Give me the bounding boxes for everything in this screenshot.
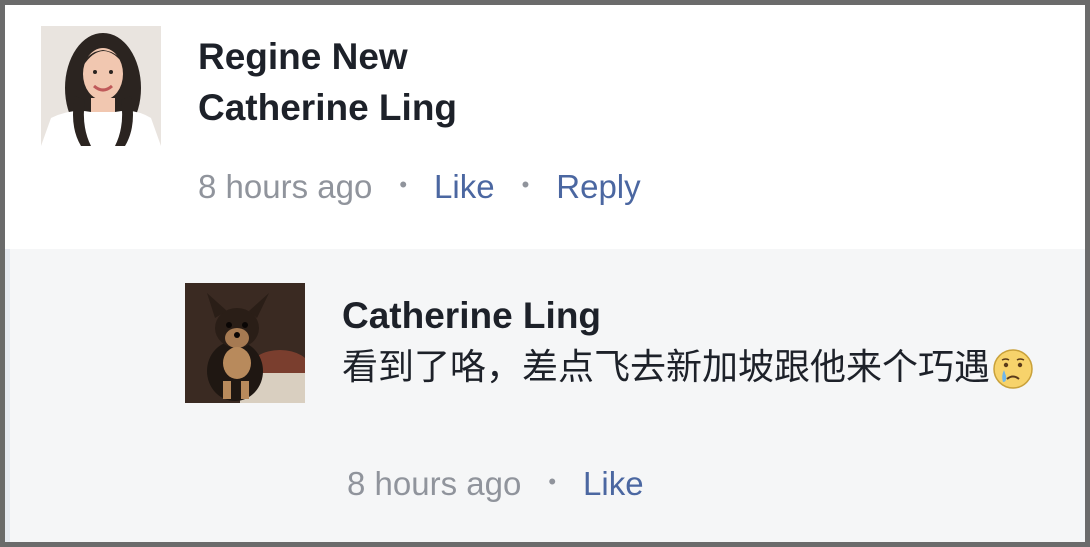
avatar[interactable] (185, 283, 305, 403)
reply-author-name[interactable]: Catherine Ling (342, 291, 601, 341)
reply-meta: 8 hours ago • Like (347, 464, 644, 506)
separator-dot: • (521, 172, 530, 198)
timestamp[interactable]: 8 hours ago (198, 168, 372, 205)
separator-dot: • (399, 172, 408, 198)
woman-portrait-image (41, 26, 161, 146)
like-button[interactable]: Like (583, 465, 644, 502)
reply-button[interactable]: Reply (556, 168, 640, 205)
comment-thread: Regine New Catherine Ling 8 hours ago • Li… (0, 0, 1090, 547)
reply-comment: Catherine Ling 看到了咯，差点飞去新加坡跟他来个巧遇 8 hour… (5, 249, 1085, 542)
crying-face-emoji-icon (993, 349, 1033, 389)
like-button[interactable]: Like (434, 168, 495, 205)
reply-text-content: 看到了咯，差点飞去新加坡跟他来个巧遇 (342, 347, 991, 388)
separator-dot: • (548, 469, 557, 495)
timestamp[interactable]: 8 hours ago (347, 465, 521, 502)
dog-portrait-image (185, 283, 305, 403)
reply-text: 看到了咯，差点飞去新加坡跟他来个巧遇 (342, 342, 1042, 394)
top-comment: Regine New Catherine Ling 8 hours ago • Li… (5, 5, 1085, 249)
comment-meta: 8 hours ago • Like • Reply (198, 167, 641, 209)
tagged-user-name[interactable]: Catherine Ling (198, 83, 457, 133)
comment-author-name[interactable]: Regine New (198, 32, 408, 82)
avatar[interactable] (41, 26, 161, 146)
